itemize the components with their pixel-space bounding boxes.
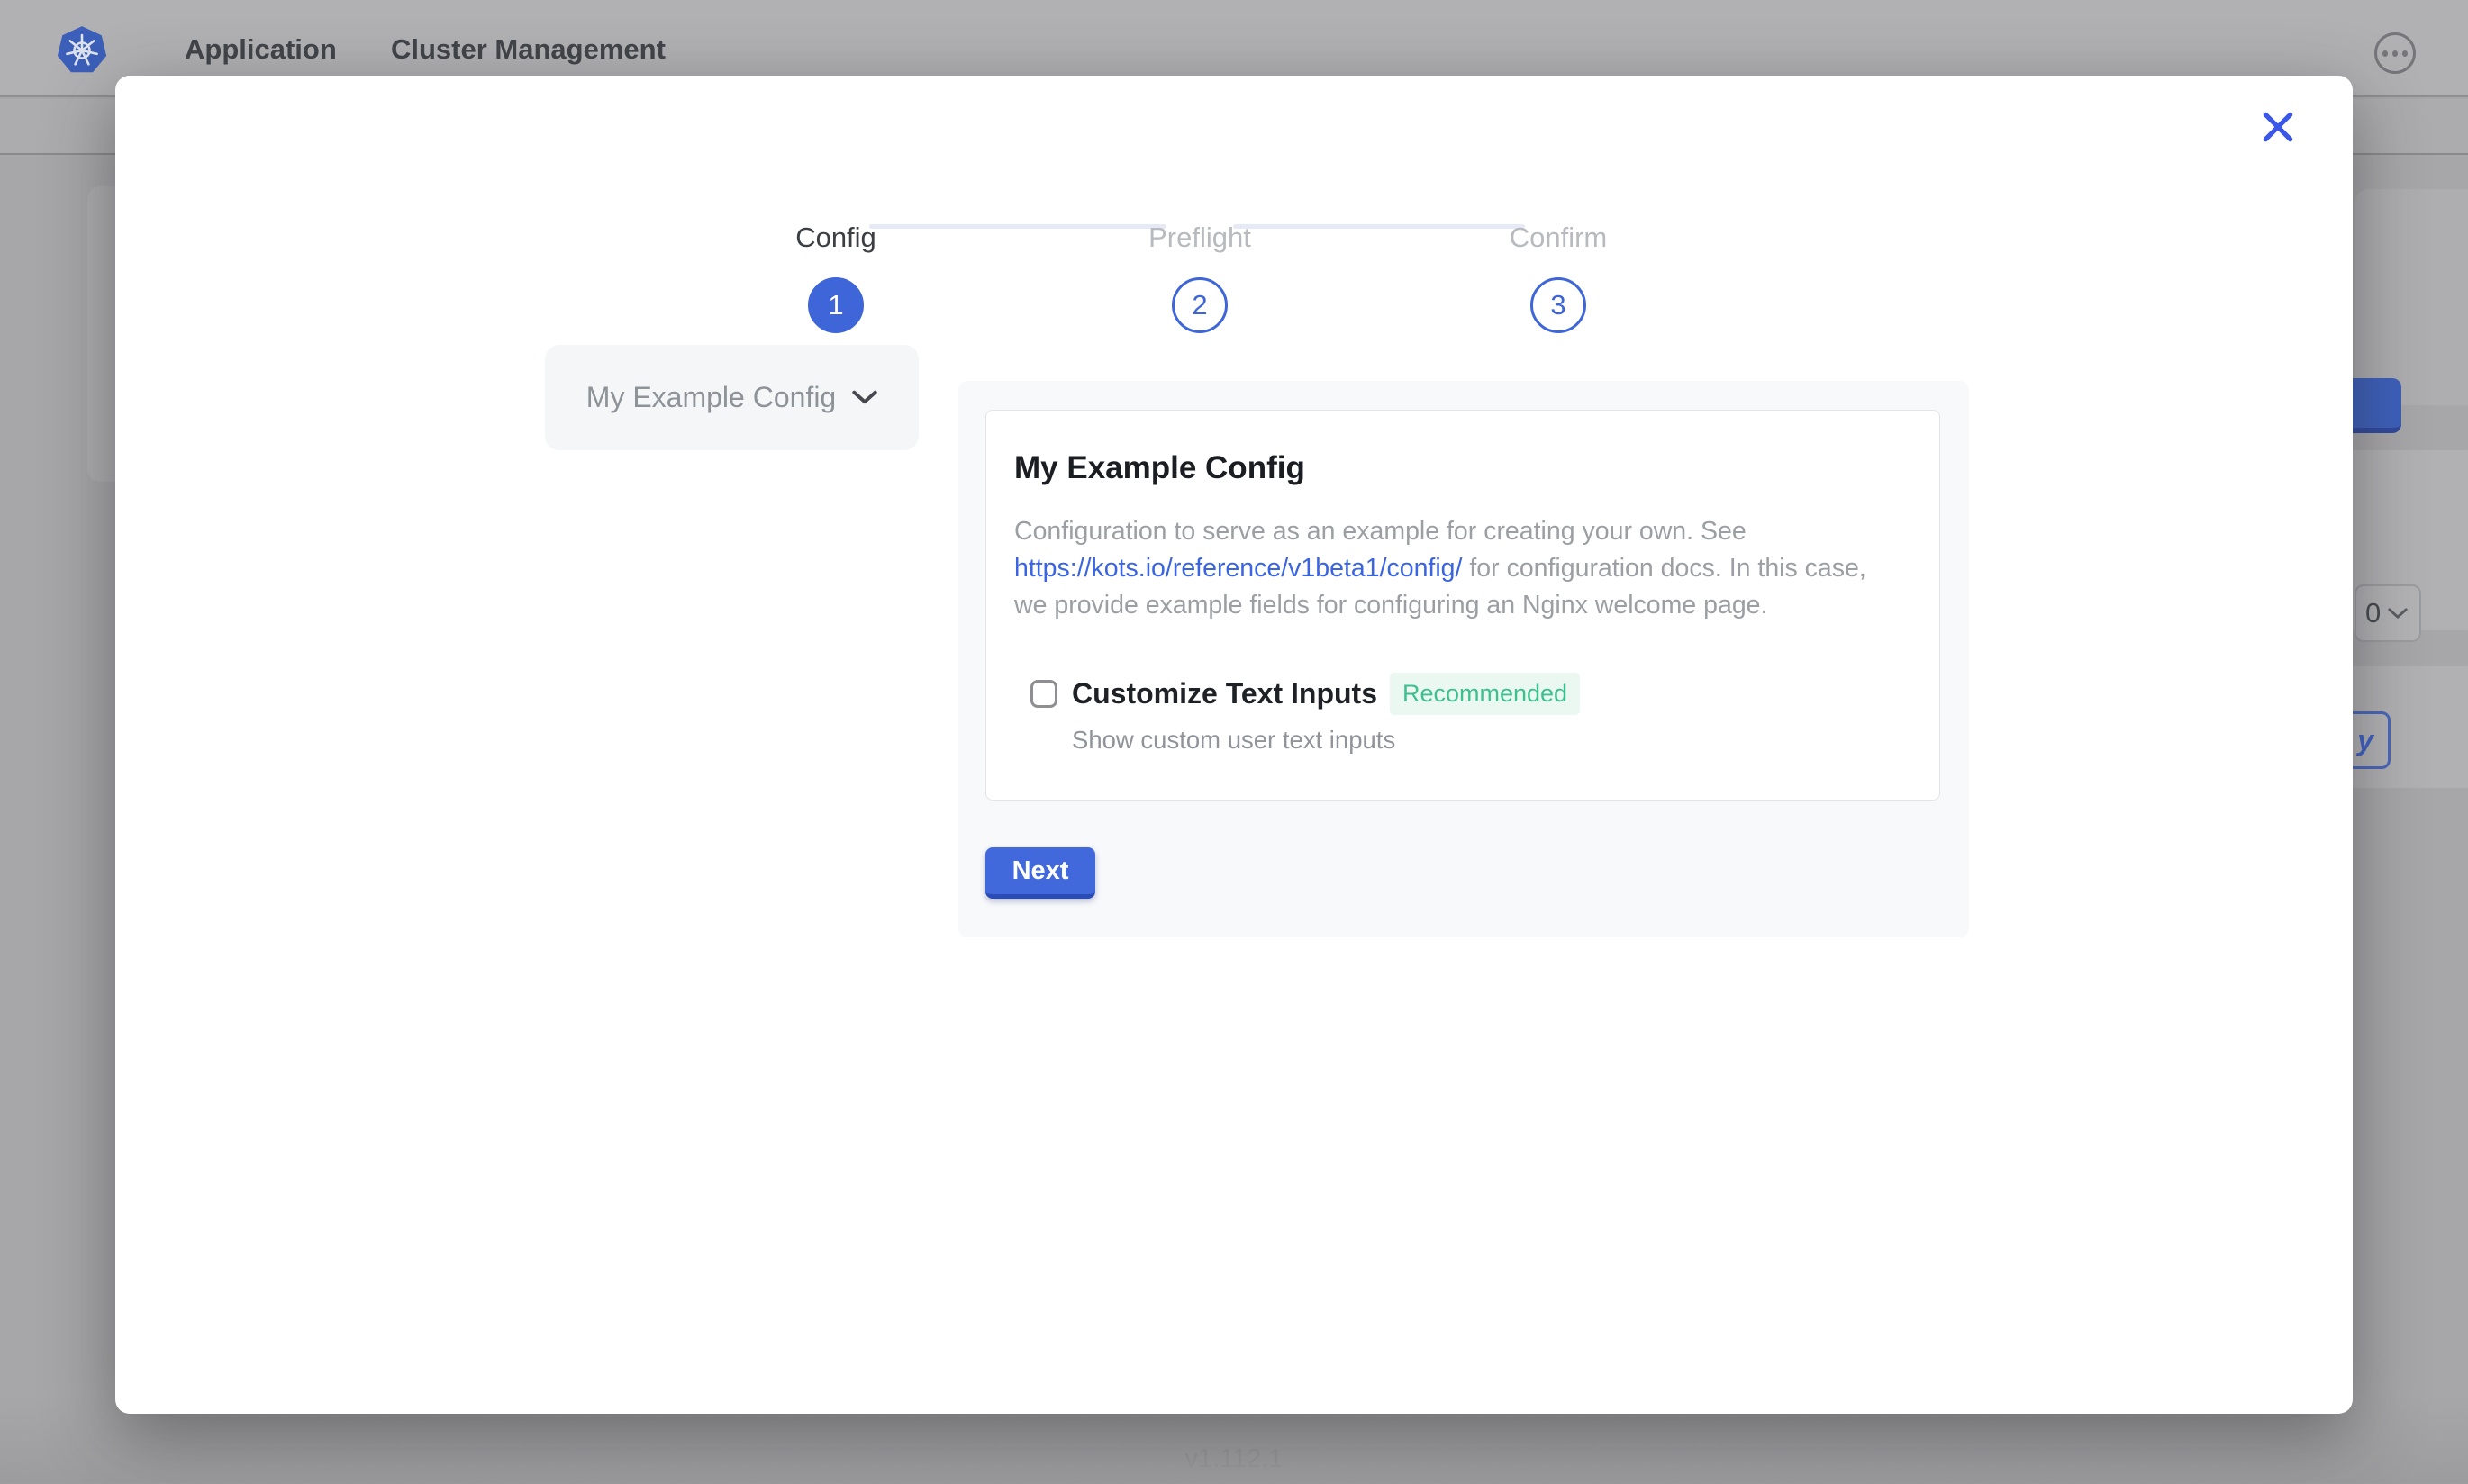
kubernetes-logo [56,25,108,76]
chevron-down-icon [852,390,877,405]
recommended-badge: Recommended [1390,673,1580,715]
nav-item-application[interactable]: Application [185,33,337,66]
ellipsis-icon [2382,50,2388,57]
outline-button-partial-label: y [2357,724,2373,757]
chevron-down-icon [2388,608,2408,620]
customize-text-inputs-checkbox[interactable] [1030,680,1057,708]
checkbox-help-text: Show custom user text inputs [1072,726,1903,755]
close-button[interactable] [2259,108,2297,146]
step-label: Preflight [1065,222,1335,254]
checkbox-label: Customize Text Inputs [1072,677,1377,710]
step-label: Config [701,222,971,254]
helm-wheel-icon [64,32,100,68]
background-select-fragment[interactable]: 0 [2355,584,2421,642]
step-label: Confirm [1423,222,1693,254]
checkbox-field-row: Customize Text Inputs Recommended [1030,673,1903,715]
background-right-card [2355,189,2468,405]
overflow-menu-button[interactable] [2374,32,2416,74]
config-group-label: My Example Config [586,381,836,414]
step-circle[interactable]: 3 [1530,277,1586,333]
config-panel: My Example Config Configuration to serve… [958,381,1969,937]
next-button[interactable]: Next [985,847,1095,899]
select-value: 0 [2365,597,2381,629]
config-wizard-modal: Config 1 Preflight 2 Confirm 3 My Exampl… [115,76,2353,1414]
step-confirm[interactable]: Confirm 3 [1423,222,1693,333]
config-group-card: My Example Config Configuration to serve… [985,410,1940,801]
config-group-description: Configuration to serve as an example for… [1014,513,1903,624]
step-circle[interactable]: 2 [1172,277,1228,333]
step-preflight[interactable]: Preflight 2 [1065,222,1335,333]
config-group-dropdown[interactable]: My Example Config [545,345,919,450]
config-group-title: My Example Config [1014,450,1903,486]
config-docs-link[interactable]: https://kots.io/reference/v1beta1/config… [1014,554,1462,583]
close-icon [2259,108,2297,146]
kubernetes-heptagon [56,25,108,76]
step-circle[interactable]: 1 [808,277,864,333]
app-version-label: v1.112.1 [0,1444,2468,1474]
step-config[interactable]: Config 1 [701,222,971,333]
nav-item-cluster-management[interactable]: Cluster Management [391,33,666,66]
